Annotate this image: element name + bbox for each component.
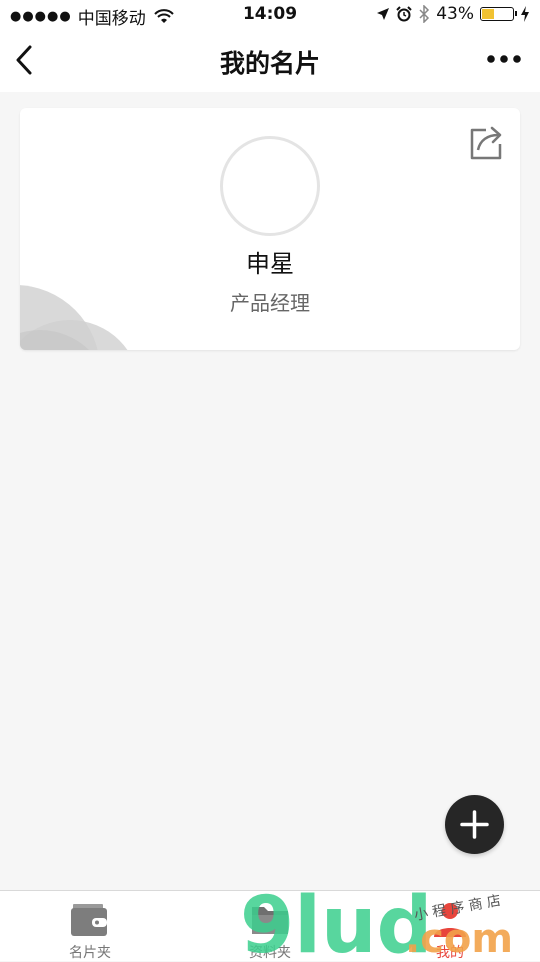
tab-label: 我的	[436, 945, 464, 961]
share-icon[interactable]	[468, 124, 506, 162]
battery-icon	[480, 7, 517, 21]
add-card-button[interactable]	[445, 795, 504, 854]
page-title: 我的名片	[219, 49, 320, 78]
bluetooth-icon	[419, 5, 430, 23]
nav-bar: 我的名片	[0, 30, 540, 92]
alarm-icon	[396, 6, 412, 22]
location-icon	[377, 8, 390, 20]
tab-label: 资料夹	[249, 945, 291, 961]
plus-icon	[460, 810, 489, 839]
tab-card-holder[interactable]: 名片夹	[0, 891, 180, 961]
battery-fill	[482, 9, 494, 19]
tab-bar: 名片夹 资料夹 我的	[0, 890, 540, 961]
status-bar: ●●●●● 中国移动 14:09 43%	[0, 0, 540, 30]
avatar[interactable]	[220, 136, 320, 236]
battery-tip	[515, 11, 517, 16]
charging-icon	[521, 6, 529, 22]
status-right: 43%	[376, 4, 530, 24]
ellipsis-icon[interactable]	[486, 49, 522, 69]
user-icon	[434, 903, 466, 937]
card-name: 申星	[246, 250, 294, 278]
tab-label: 名片夹	[69, 945, 111, 961]
battery-percent: 43%	[436, 4, 474, 24]
folder-icon	[252, 907, 288, 934]
tab-folder[interactable]: 资料夹	[180, 891, 360, 961]
wallet-icon	[71, 904, 107, 936]
business-card[interactable]: 申星 产品经理	[20, 108, 520, 350]
card-job-title: 产品经理	[230, 291, 310, 315]
tab-mine[interactable]: 我的	[360, 891, 540, 961]
